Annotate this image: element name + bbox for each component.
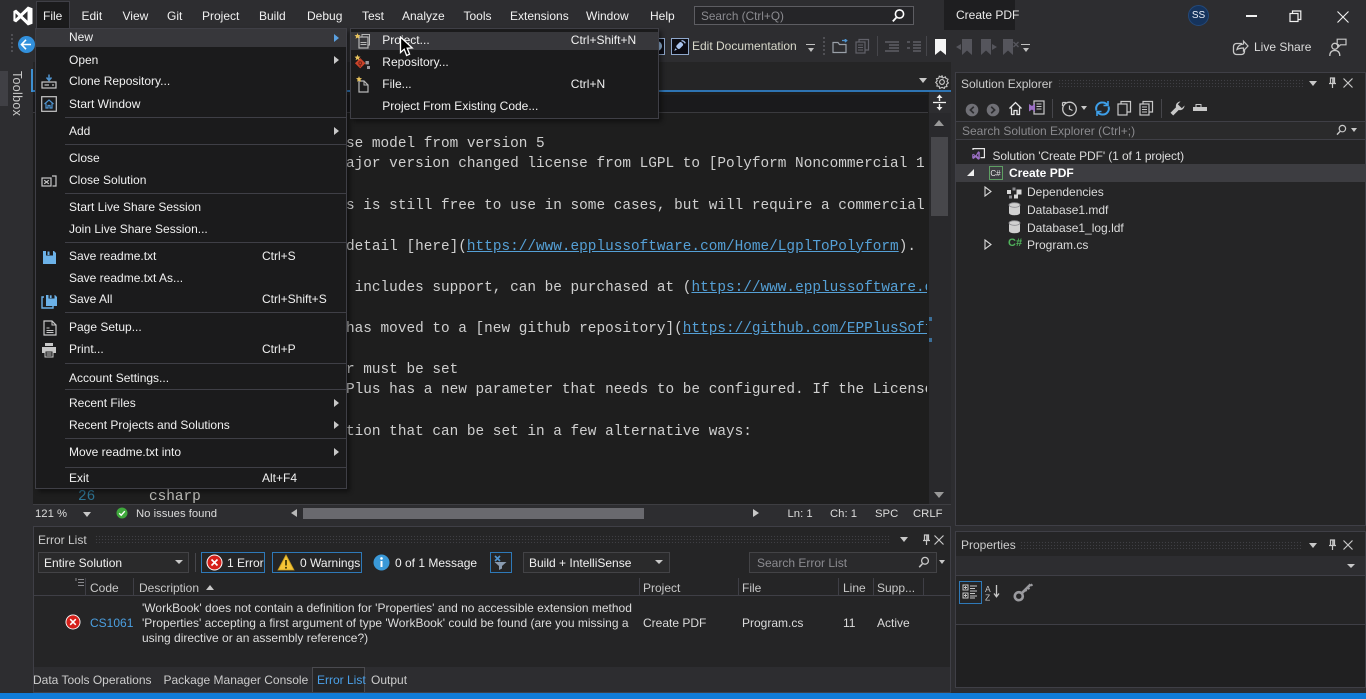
svg-text:Z: Z bbox=[985, 593, 990, 602]
